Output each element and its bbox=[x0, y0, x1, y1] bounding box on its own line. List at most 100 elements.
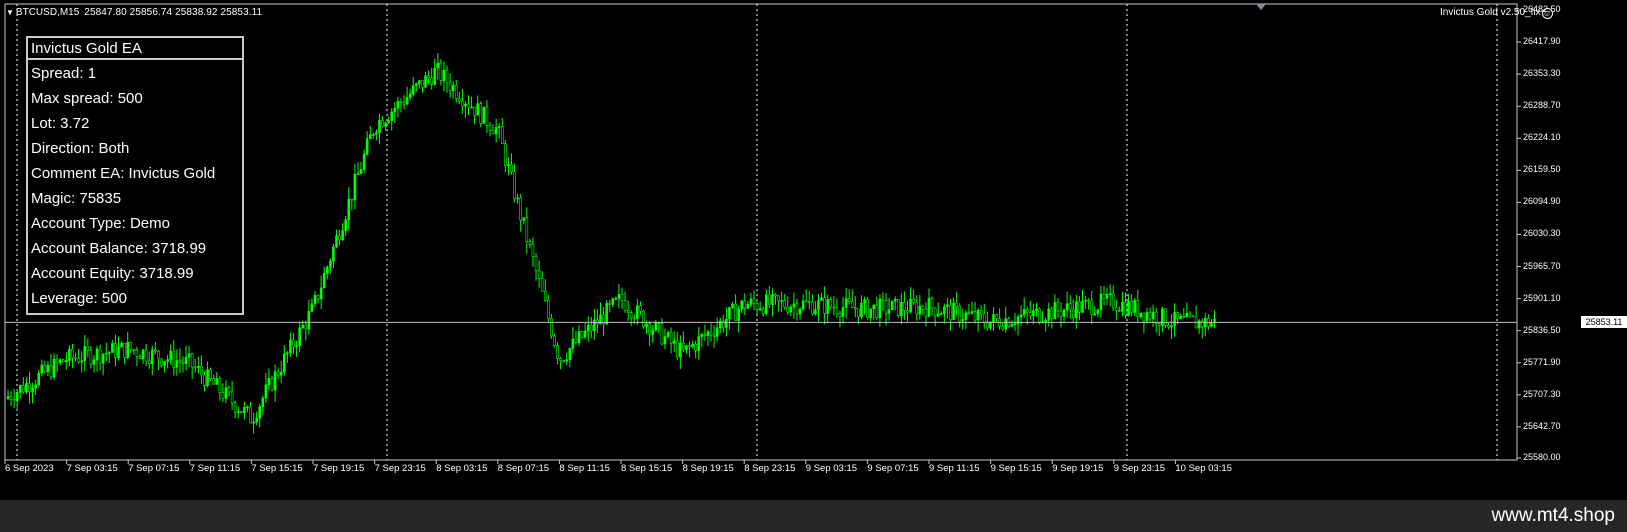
candle-body bbox=[688, 345, 691, 347]
candle-body bbox=[61, 359, 65, 363]
ea-info-panel: Invictus Gold EA Spread: 1 Max spread: 5… bbox=[26, 36, 244, 315]
candle-body bbox=[181, 361, 185, 365]
candle-body bbox=[559, 358, 562, 362]
dropdown-triangle-icon[interactable]: ▼ bbox=[6, 8, 14, 17]
candle-body bbox=[255, 417, 258, 423]
candle-body bbox=[279, 371, 283, 376]
candle-body bbox=[574, 338, 578, 343]
candle-body bbox=[896, 298, 900, 316]
candle-body bbox=[1173, 312, 1176, 326]
candle-body bbox=[1050, 308, 1054, 320]
candle-body bbox=[835, 307, 839, 315]
candle-body bbox=[457, 97, 461, 102]
candle-body bbox=[679, 342, 682, 358]
chart-window[interactable]: ▼ BTCUSD,M15 25847.80 25856.74 25838.92 25… bbox=[0, 0, 1627, 500]
candle-body bbox=[436, 62, 440, 69]
candle-body bbox=[40, 364, 44, 374]
candle-body bbox=[325, 266, 329, 274]
candle-body bbox=[586, 324, 590, 332]
candle-body bbox=[120, 342, 123, 348]
time-tick-label: 8 Sep 11:15 bbox=[559, 463, 610, 474]
candle-body bbox=[540, 278, 544, 292]
candle-body bbox=[37, 372, 41, 386]
candle-body bbox=[826, 299, 829, 314]
candle-body bbox=[565, 359, 569, 362]
candle-body bbox=[580, 331, 584, 338]
candle-body bbox=[777, 295, 780, 301]
candle-body bbox=[654, 322, 658, 331]
candle-body bbox=[129, 342, 133, 350]
candle-body bbox=[946, 304, 949, 308]
candle-body bbox=[1090, 300, 1094, 316]
time-tick-label: 7 Sep 15:15 bbox=[251, 463, 303, 474]
price-tick-label: 25580.00 bbox=[1523, 452, 1561, 462]
time-tick-label: 8 Sep 15:15 bbox=[621, 463, 673, 474]
price-tick-label: 26030.30 bbox=[1523, 228, 1561, 239]
candle-body bbox=[1032, 310, 1035, 317]
candle-body bbox=[1127, 301, 1130, 316]
price-tick-label: 26159.50 bbox=[1523, 164, 1561, 175]
candle-body bbox=[626, 310, 630, 314]
candle-body bbox=[322, 273, 326, 289]
candle-body bbox=[249, 406, 252, 424]
candle-body bbox=[368, 134, 372, 139]
candle-body bbox=[1056, 302, 1060, 312]
candle-body bbox=[1075, 301, 1078, 319]
candle-body bbox=[1157, 323, 1161, 326]
candle-body bbox=[927, 298, 931, 317]
candle-body bbox=[98, 348, 102, 364]
candle-body bbox=[589, 324, 593, 332]
candle-body bbox=[958, 305, 962, 322]
candle-body bbox=[801, 300, 805, 310]
candle-body bbox=[408, 93, 412, 98]
candle-body bbox=[12, 399, 16, 402]
candle-body bbox=[264, 384, 268, 399]
candle-body bbox=[1170, 325, 1173, 328]
candle-body bbox=[111, 343, 114, 353]
candle-body bbox=[909, 298, 912, 313]
candle-body bbox=[114, 343, 117, 359]
time-tick-label: 7 Sep 19:15 bbox=[313, 463, 365, 474]
candle-body bbox=[236, 411, 240, 413]
candle-body bbox=[758, 308, 762, 311]
candle-body bbox=[642, 310, 645, 327]
candle-body bbox=[402, 102, 406, 105]
candle-body bbox=[1136, 300, 1140, 317]
candle-body bbox=[1133, 300, 1136, 313]
candle-body bbox=[212, 378, 215, 385]
candle-body bbox=[390, 111, 394, 121]
candle-body bbox=[329, 260, 332, 268]
candle-body bbox=[593, 319, 596, 332]
candle-body bbox=[464, 103, 467, 107]
candle-body bbox=[1124, 302, 1127, 316]
candle-body bbox=[682, 342, 685, 350]
price-tick-label: 25707.30 bbox=[1523, 388, 1561, 399]
candle-body bbox=[381, 120, 384, 127]
candle-body bbox=[869, 308, 872, 318]
chart-shift-marker[interactable] bbox=[1256, 4, 1266, 10]
candle-body bbox=[1118, 309, 1121, 312]
time-tick-label: 9 Sep 11:15 bbox=[929, 463, 980, 474]
candle-body bbox=[1191, 315, 1195, 318]
candle-body bbox=[197, 365, 200, 368]
candle-body bbox=[448, 82, 452, 92]
time-tick-label: 10 Sep 03:15 bbox=[1175, 463, 1232, 474]
candle-body bbox=[74, 357, 77, 360]
candle-body bbox=[338, 235, 341, 241]
candle-body bbox=[605, 303, 608, 325]
candle-body bbox=[553, 335, 556, 346]
candle-body bbox=[1108, 293, 1112, 295]
candle-body bbox=[1148, 312, 1152, 320]
candle-body bbox=[200, 365, 203, 376]
time-tick-label: 8 Sep 03:15 bbox=[436, 463, 488, 474]
candle-body bbox=[795, 303, 799, 315]
candle-body bbox=[979, 310, 983, 315]
candle-body bbox=[461, 100, 464, 107]
candle-body bbox=[175, 360, 179, 368]
candle-body bbox=[982, 313, 986, 323]
candle-body bbox=[712, 334, 716, 337]
candle-body bbox=[798, 308, 802, 315]
candle-body bbox=[507, 164, 510, 166]
candle-body bbox=[900, 302, 903, 316]
candle-body bbox=[415, 83, 418, 86]
